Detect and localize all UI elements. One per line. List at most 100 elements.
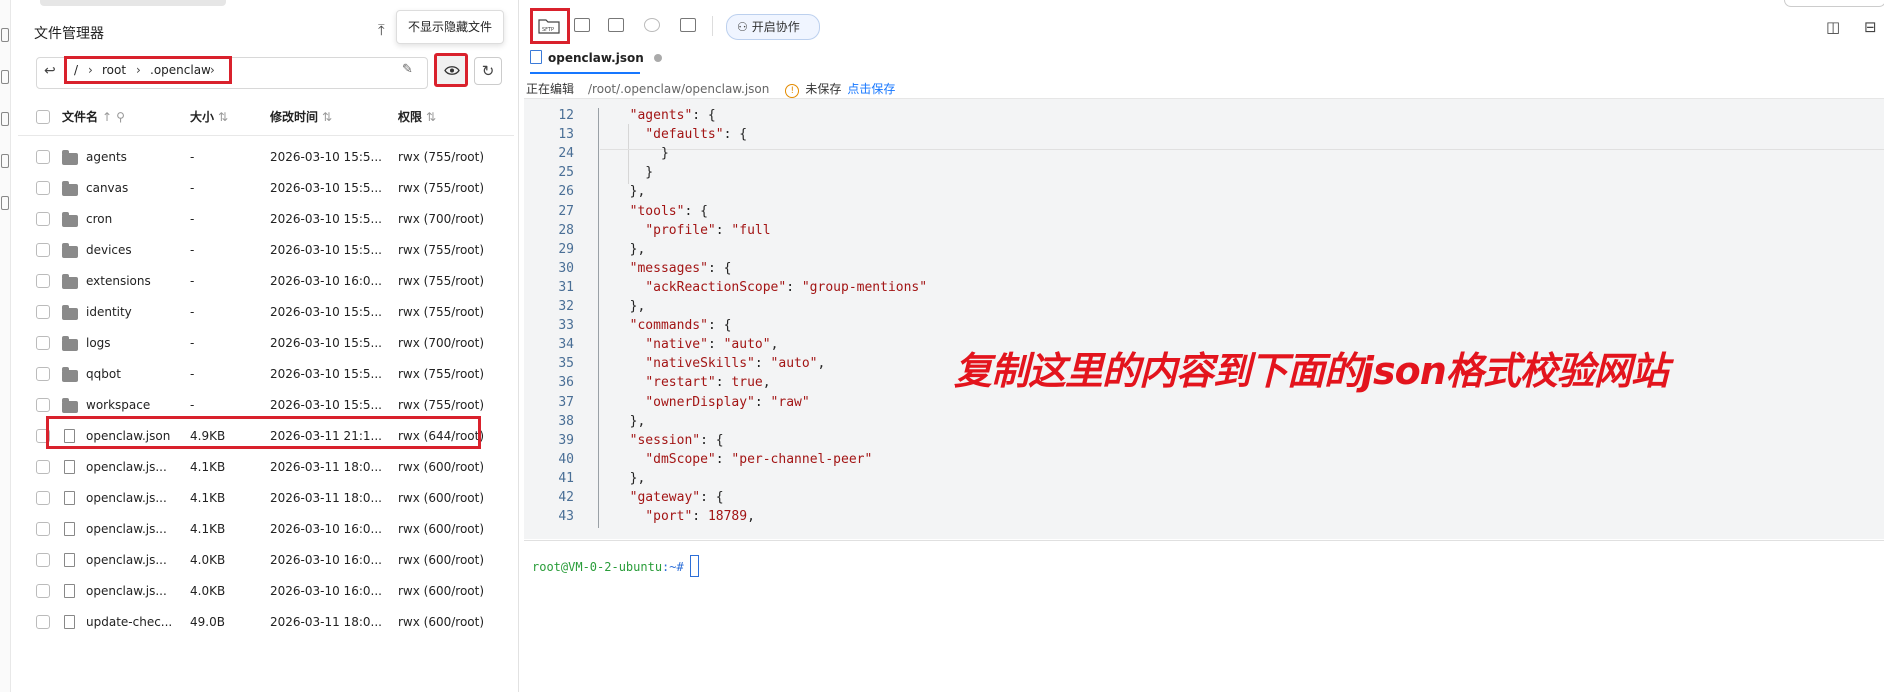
- code-line[interactable]: },: [614, 414, 646, 429]
- line-number: 39: [558, 432, 574, 448]
- folder-icon: [62, 398, 78, 413]
- row-checkbox[interactable]: [36, 212, 50, 226]
- rail-icon[interactable]: [1, 70, 9, 84]
- file-permission: rwx (600/root): [398, 553, 485, 567]
- save-link[interactable]: 点击保存: [847, 82, 895, 96]
- code-line[interactable]: "gateway": {: [614, 490, 724, 505]
- row-checkbox[interactable]: [36, 398, 50, 412]
- row-checkbox[interactable]: [36, 274, 50, 288]
- code-line[interactable]: "ownerDisplay": "raw": [614, 395, 809, 410]
- editor-tab[interactable]: openclaw.json: [530, 50, 662, 72]
- collaborate-button[interactable]: ⚇ 开启协作: [726, 14, 820, 40]
- file-name[interactable]: agents: [86, 150, 127, 164]
- terminal-panel[interactable]: [524, 540, 1884, 693]
- column-label: 文件名: [62, 110, 99, 124]
- file-name[interactable]: openclaw.js...: [86, 553, 167, 567]
- code-line[interactable]: "agents": {: [614, 108, 716, 123]
- line-number: 25: [558, 165, 574, 181]
- file-name[interactable]: cron: [86, 212, 112, 226]
- line-number: 24: [558, 146, 574, 162]
- line-number: 13: [558, 127, 574, 143]
- file-name[interactable]: update-chec...: [86, 615, 172, 629]
- refresh-button[interactable]: ↻: [474, 57, 502, 85]
- code-line[interactable]: "commands": {: [614, 318, 732, 333]
- sort-icon[interactable]: ⇅: [218, 110, 228, 124]
- code-line[interactable]: "session": {: [614, 433, 724, 448]
- monitor-icon[interactable]: [644, 18, 660, 32]
- code-line[interactable]: },: [614, 242, 646, 257]
- code-line[interactable]: "ackReactionScope": "group-mentions": [614, 280, 927, 295]
- code-line[interactable]: "messages": {: [614, 261, 732, 276]
- line-number: 26: [558, 184, 574, 200]
- row-checkbox[interactable]: [36, 615, 50, 629]
- file-name[interactable]: workspace: [86, 398, 150, 412]
- file-name[interactable]: openclaw.js...: [86, 522, 167, 536]
- sftp-folder-icon[interactable]: SFTP: [538, 17, 560, 38]
- back-icon[interactable]: ↩: [44, 63, 56, 79]
- code-line[interactable]: },: [614, 184, 646, 199]
- search-icon[interactable]: ⚲: [116, 110, 125, 124]
- code-line[interactable]: "tools": {: [614, 204, 708, 219]
- file-icon: [64, 522, 75, 536]
- file-size: -: [190, 243, 195, 257]
- code-line[interactable]: }: [614, 146, 669, 161]
- split-vertical-icon[interactable]: ◫: [1826, 18, 1840, 36]
- column-label: 修改时间: [270, 110, 319, 124]
- file-name[interactable]: extensions: [86, 274, 151, 288]
- row-checkbox[interactable]: [36, 460, 50, 474]
- row-checkbox[interactable]: [36, 305, 50, 319]
- file-mtime: 2026-03-10 16:0...: [270, 553, 382, 567]
- code-line[interactable]: "defaults": {: [614, 127, 747, 142]
- file-name[interactable]: canvas: [86, 181, 128, 195]
- code-line[interactable]: },: [614, 299, 646, 314]
- row-checkbox[interactable]: [36, 336, 50, 350]
- row-checkbox[interactable]: [36, 522, 50, 536]
- code-line[interactable]: "native": "auto",: [614, 337, 778, 352]
- upload-icon[interactable]: ⤒: [378, 22, 392, 38]
- row-checkbox[interactable]: [36, 243, 50, 257]
- split-horizontal-icon[interactable]: ⊟: [1864, 18, 1877, 36]
- toggle-hidden-files-button[interactable]: [434, 53, 468, 87]
- file-permission: rwx (600/root): [398, 522, 485, 536]
- edit-path-icon[interactable]: ✎: [402, 62, 413, 77]
- code-line[interactable]: },: [614, 471, 646, 486]
- code-line[interactable]: "dmScope": "per-channel-peer": [614, 452, 872, 467]
- file-name[interactable]: qqbot: [86, 367, 121, 381]
- code-line[interactable]: "profile": "full: [614, 223, 770, 238]
- row-checkbox[interactable]: [36, 491, 50, 505]
- breadcrumb-item[interactable]: /: [74, 63, 78, 77]
- rail-icon[interactable]: [1, 28, 9, 42]
- file-size: -: [190, 274, 195, 288]
- code-line[interactable]: }: [614, 165, 653, 180]
- row-checkbox[interactable]: [36, 553, 50, 567]
- rail-icon[interactable]: [1, 112, 9, 126]
- breadcrumb-item[interactable]: root: [102, 63, 126, 77]
- snapshot-icon[interactable]: [680, 18, 696, 32]
- terminal-icon[interactable]: [608, 18, 624, 32]
- rail-icon[interactable]: [1, 154, 9, 168]
- file-name[interactable]: logs: [86, 336, 111, 350]
- rail-icon[interactable]: [1, 196, 9, 210]
- row-checkbox[interactable]: [36, 150, 50, 164]
- file-transfer-icon[interactable]: [574, 18, 590, 32]
- sort-icon[interactable]: ⇅: [322, 110, 332, 124]
- sort-icon[interactable]: ↑: [102, 110, 112, 124]
- panel-tab[interactable]: [40, 0, 226, 6]
- file-name[interactable]: identity: [86, 305, 132, 319]
- row-checkbox[interactable]: [36, 367, 50, 381]
- code-line[interactable]: "port": 18789,: [614, 509, 755, 524]
- file-mtime: 2026-03-10 15:5...: [270, 181, 382, 195]
- row-checkbox[interactable]: [36, 181, 50, 195]
- code-line[interactable]: "nativeSkills": "auto",: [614, 356, 825, 371]
- sort-icon[interactable]: ⇅: [426, 110, 436, 124]
- file-name[interactable]: openclaw.js...: [86, 584, 167, 598]
- file-name[interactable]: openclaw.js...: [86, 460, 167, 474]
- select-all-checkbox[interactable]: [36, 110, 50, 124]
- code-line[interactable]: "restart": true,: [614, 375, 770, 390]
- file-size: 4.1KB: [190, 491, 226, 505]
- top-right-control[interactable]: [1784, 0, 1884, 7]
- file-name[interactable]: devices: [86, 243, 132, 257]
- file-name[interactable]: openclaw.js...: [86, 491, 167, 505]
- row-checkbox[interactable]: [36, 584, 50, 598]
- breadcrumb-item[interactable]: .openclaw: [150, 63, 211, 77]
